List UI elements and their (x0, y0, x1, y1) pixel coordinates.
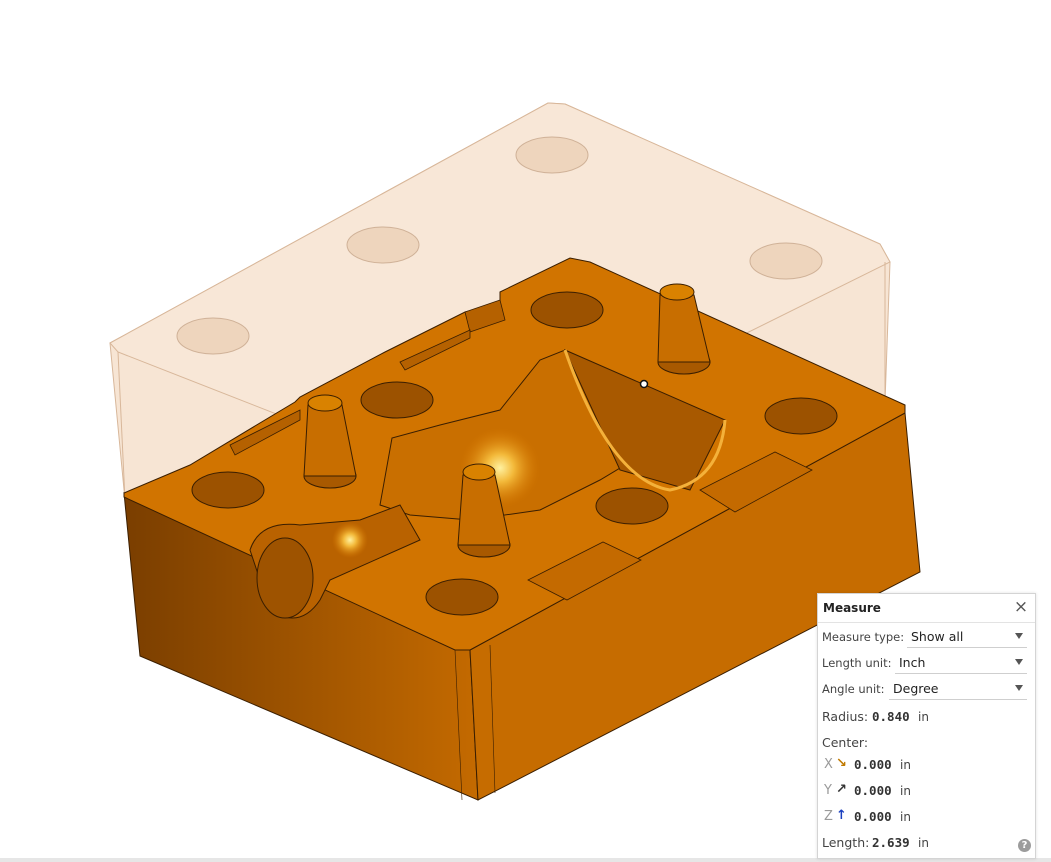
center-z-row: Z ↑ 0.000 in (822, 806, 1022, 828)
chevron-down-icon (1015, 659, 1023, 665)
measure-type-label: Measure type: (822, 630, 905, 644)
center-x-value[interactable]: 0.000 (854, 757, 892, 772)
length-unit-label: Length unit: (822, 656, 892, 670)
center-y-unit: in (900, 784, 911, 798)
angle-unit-row: Angle unit: Degree (822, 676, 1027, 700)
center-x-unit: in (900, 758, 911, 772)
close-icon[interactable]: × (1013, 598, 1029, 616)
x-axis-label: X (824, 757, 833, 772)
measure-type-value: Show all (911, 629, 964, 644)
angle-unit-dropdown[interactable]: Degree (889, 677, 1027, 700)
measure-type-row: Measure type: Show all (822, 624, 1027, 648)
angle-unit-label: Angle unit: (822, 682, 885, 696)
measure-type-dropdown[interactable]: Show all (907, 625, 1027, 648)
measure-panel: Measure × Measure type: Show all Length … (817, 593, 1036, 859)
length-value[interactable]: 2.639 (872, 835, 910, 850)
angle-unit-value: Degree (893, 681, 939, 696)
center-z-unit: in (900, 810, 911, 824)
chevron-down-icon (1015, 685, 1023, 691)
length-unit: in (918, 836, 929, 850)
panel-title: Measure (823, 601, 881, 615)
length-unit-row: Length unit: Inch (822, 650, 1027, 674)
x-axis-arrow-icon: ↘ (836, 756, 847, 771)
y-axis-arrow-icon: ↗ (836, 782, 847, 797)
radius-unit: in (918, 710, 929, 724)
radius-label: Radius: (822, 709, 869, 724)
center-label: Center: (822, 735, 869, 750)
radius-value[interactable]: 0.840 (872, 709, 910, 724)
z-axis-label: Z (824, 809, 833, 824)
length-row: Length: 2.639 in (822, 832, 1022, 854)
center-y-row: Y ↗ 0.000 in (822, 780, 1022, 802)
center-z-value[interactable]: 0.000 (854, 809, 892, 824)
panel-header: Measure × (818, 594, 1035, 623)
center-y-value[interactable]: 0.000 (854, 783, 892, 798)
center-x-row: X ↘ 0.000 in (822, 754, 1022, 776)
chevron-down-icon (1015, 633, 1023, 639)
length-unit-value: Inch (899, 655, 926, 670)
y-axis-label: Y (824, 783, 832, 798)
length-label: Length: (822, 835, 870, 850)
z-axis-arrow-icon: ↑ (836, 808, 847, 823)
length-unit-dropdown[interactable]: Inch (895, 651, 1027, 674)
help-icon[interactable]: ? (1018, 839, 1031, 852)
